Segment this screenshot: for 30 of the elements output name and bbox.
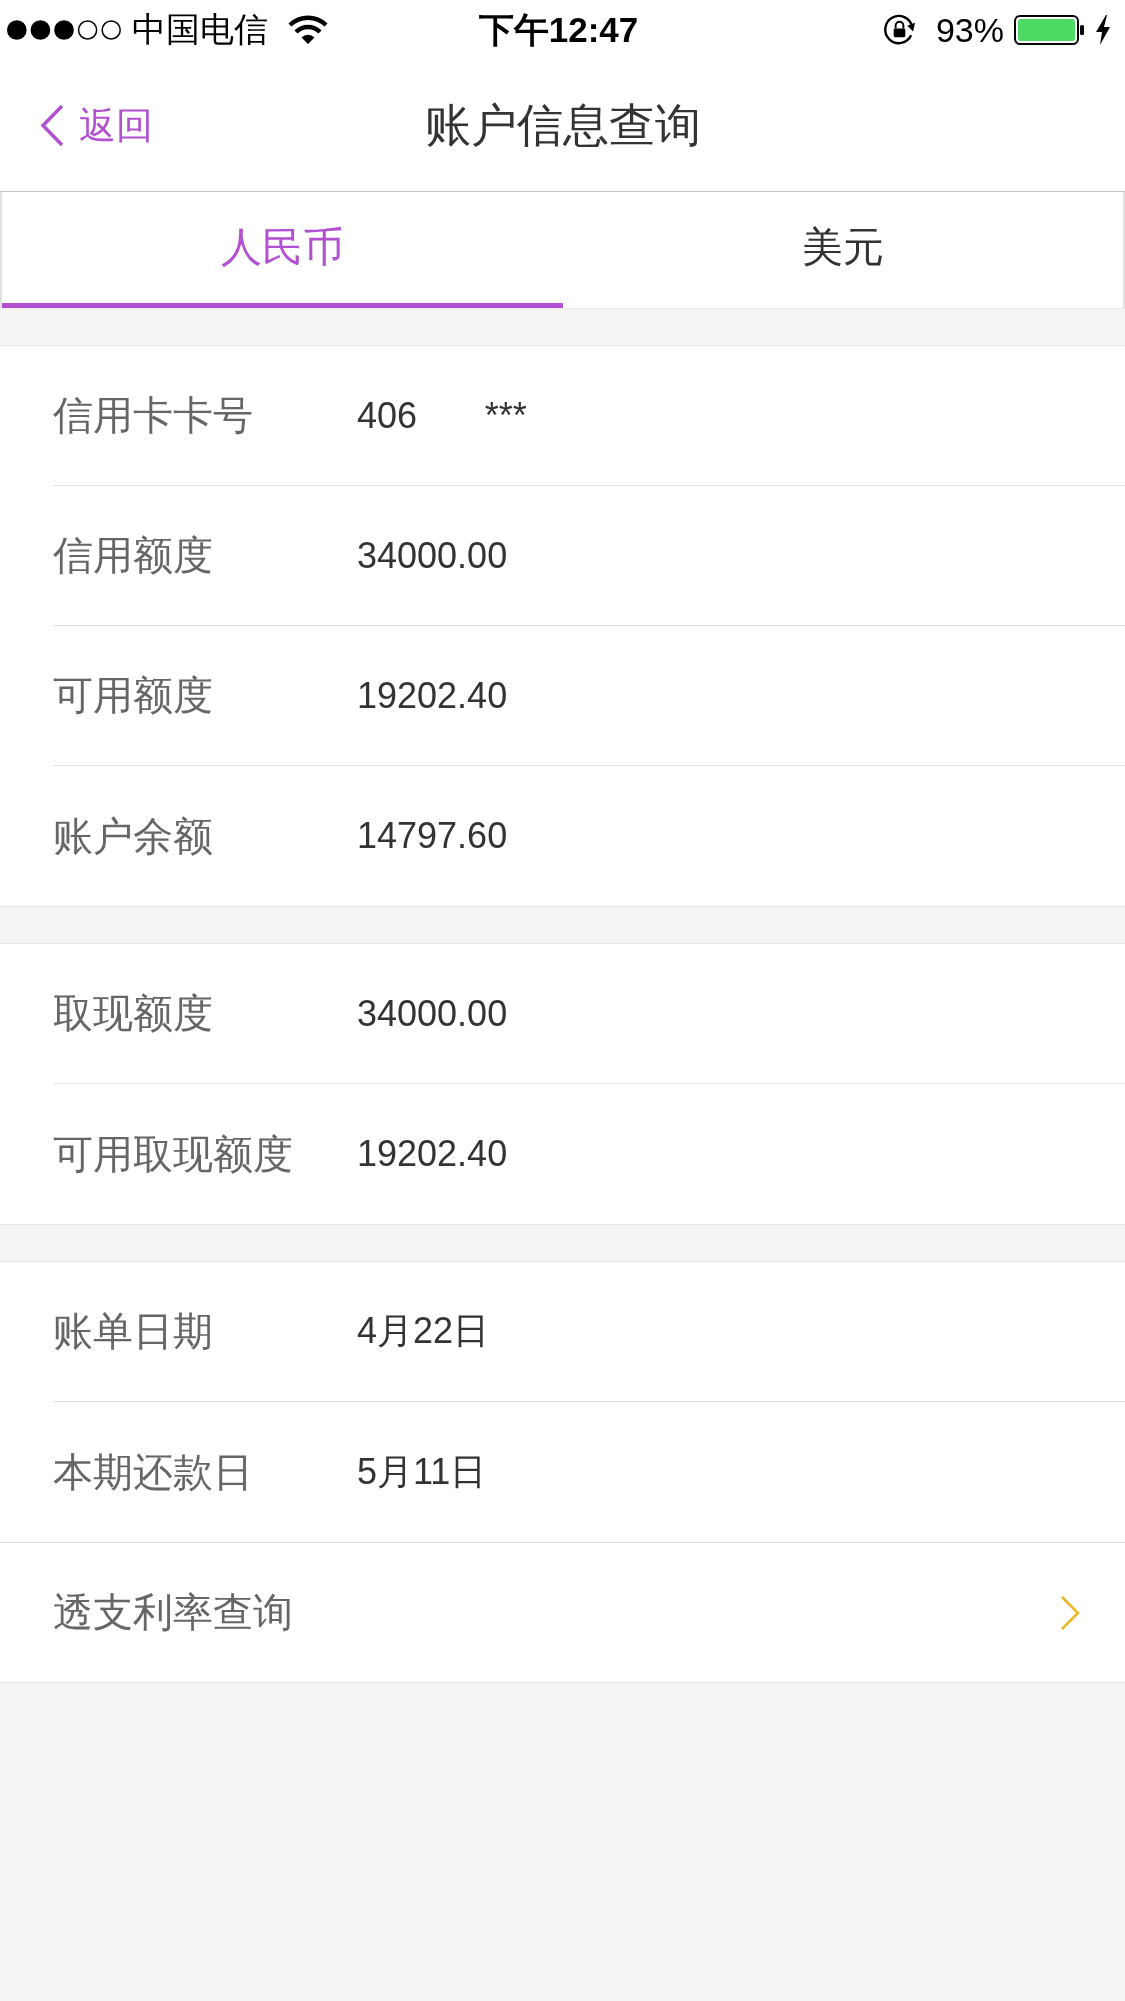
field-value: 34000.00 — [357, 534, 508, 577]
page-title: 账户信息查询 — [424, 97, 701, 153]
battery-icon — [1014, 15, 1085, 45]
field-value: 19202.40 — [357, 1133, 508, 1175]
charging-bolt-icon — [1095, 15, 1111, 45]
carrier-name: 中国电信 — [132, 9, 268, 50]
signal-strength-icon — [6, 19, 122, 41]
field-label: 信用卡卡号 — [53, 392, 254, 439]
field-label: 可用取现额度 — [53, 1130, 294, 1178]
wifi-icon — [288, 15, 328, 45]
field-value: 34000.00 — [357, 992, 508, 1035]
battery-percent: 93% — [935, 10, 1004, 50]
chevron-right-icon — [1060, 1594, 1080, 1631]
field-label: 本期还款日 — [53, 1448, 254, 1496]
field-label: 信用额度 — [53, 532, 214, 579]
status-time: 下午12:47 — [478, 8, 639, 51]
field-label: 可用额度 — [53, 672, 214, 719]
field-value: 14797.60 — [357, 815, 508, 857]
chevron-left-icon — [40, 104, 65, 147]
field-label: 取现额度 — [53, 990, 214, 1037]
field-value: 406 *** — [357, 394, 527, 437]
currency-tab[interactable]: 美元 — [562, 192, 1123, 308]
back-button[interactable]: 返回 — [40, 100, 153, 151]
currency-tab[interactable]: 人民币 — [2, 192, 563, 308]
field-label: 账单日期 — [53, 1308, 214, 1355]
field-value: 4月22日 — [357, 1309, 490, 1353]
rotation-lock-icon — [882, 13, 916, 47]
field-value: 19202.40 — [357, 674, 508, 717]
field-label: 账户余额 — [53, 812, 214, 860]
field-value: 5月11日 — [357, 1449, 487, 1494]
